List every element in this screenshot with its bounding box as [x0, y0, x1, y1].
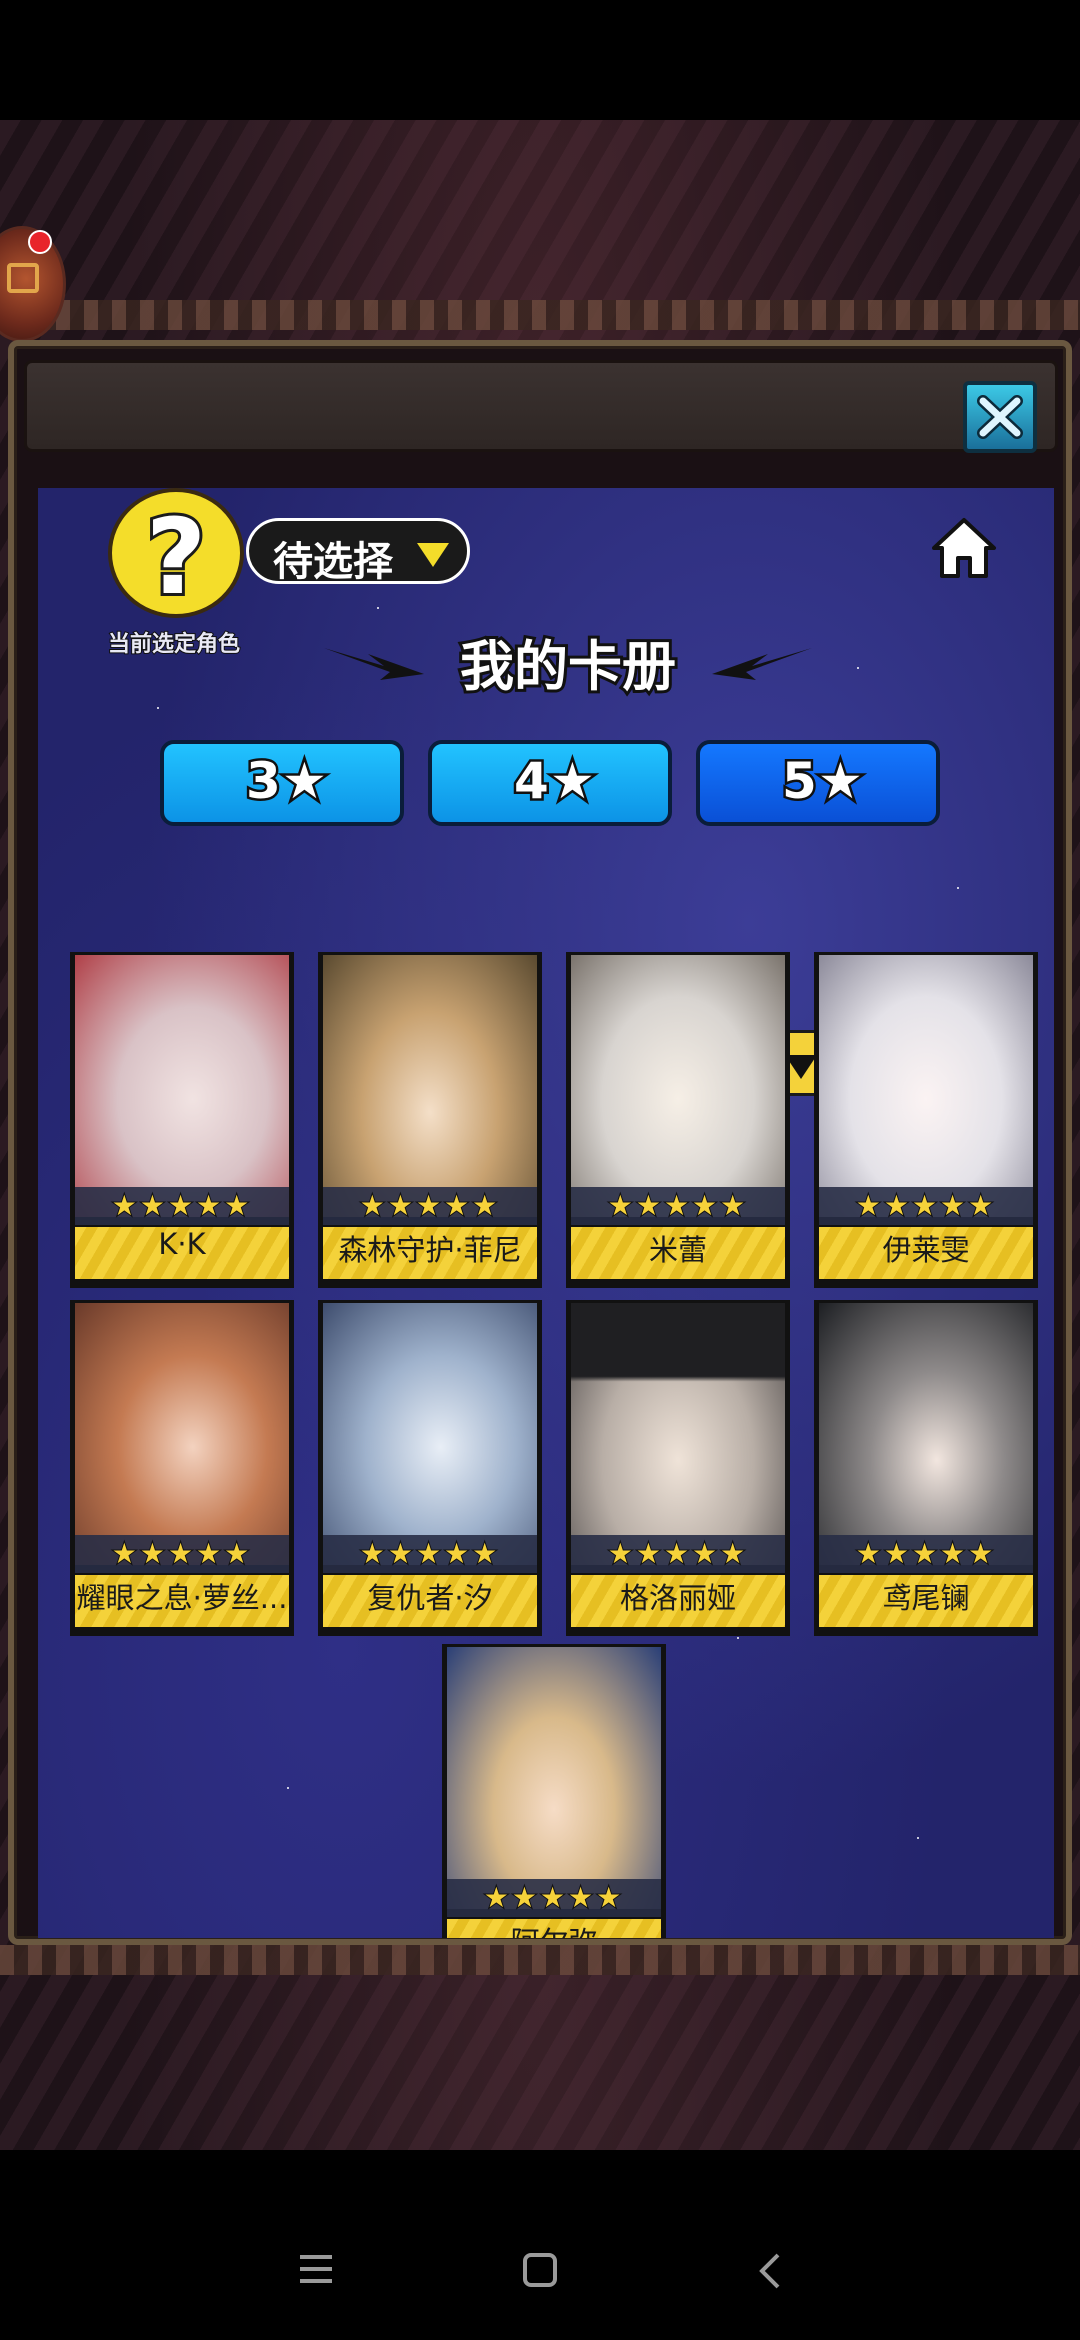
character-portrait: [571, 1303, 785, 1565]
tab-3-star[interactable]: 3 ★: [160, 740, 404, 826]
tab-4-star[interactable]: 4 ★: [428, 740, 672, 826]
star-rating: ★★★★★: [323, 1187, 537, 1225]
character-card[interactable]: ★★★★★ 伊莱雯: [814, 952, 1038, 1288]
character-name: 阿尔弥: [447, 1919, 661, 1938]
back-icon: [759, 2253, 780, 2289]
character-portrait: [323, 1303, 537, 1565]
star-icon: ★: [280, 750, 330, 813]
tab-5-star[interactable]: 5 ★: [696, 740, 940, 826]
panel-header-bar: [24, 360, 1058, 453]
decorative-border-bottom: [0, 1945, 1080, 1975]
character-portrait: [75, 1303, 289, 1565]
character-name: 复仇者·汐: [323, 1575, 537, 1627]
character-name: 森林守护·菲尼: [323, 1227, 537, 1279]
star-rating: ★★★★★: [571, 1535, 785, 1573]
dropdown-arrow-icon: [417, 543, 449, 567]
pending-select-label: 待选择: [273, 539, 393, 585]
star-icon: ★: [816, 750, 866, 813]
album-title-banner: 我的卡册: [324, 618, 812, 701]
pending-select-dropdown[interactable]: 待选择: [246, 518, 470, 585]
character-portrait: [447, 1647, 661, 1909]
home-button[interactable]: [930, 516, 998, 584]
character-name: 格洛丽娅: [571, 1575, 785, 1627]
character-portrait: [819, 955, 1033, 1217]
character-name: K·K: [75, 1227, 289, 1279]
character-card[interactable]: ★★★★★ 格洛丽娅: [566, 1300, 790, 1636]
star-icon: ★: [548, 750, 598, 813]
star-rating: ★★★★★: [819, 1187, 1033, 1225]
character-name: 耀眼之息·萝丝...: [75, 1575, 289, 1627]
character-name: 鸢尾镧: [819, 1575, 1033, 1627]
star-rating: ★★★★★: [75, 1187, 289, 1225]
star-rating: ★★★★★: [571, 1187, 785, 1225]
decorative-border-top: [0, 300, 1080, 330]
recent-apps-button[interactable]: [298, 2252, 334, 2290]
card-album-panel: ? 当前选定角色 待选择 我的卡册 3 ★ 4 ★ 5 ★ ★★★★★ K·K …: [8, 340, 1072, 1945]
character-card[interactable]: ★★★★★ 米蕾: [566, 952, 790, 1288]
character-portrait: [323, 955, 537, 1217]
character-card[interactable]: ★★★★★ 复仇者·汐: [318, 1300, 542, 1636]
character-portrait: [571, 955, 785, 1217]
character-portrait: [819, 1303, 1033, 1565]
star-rating: ★★★★★: [819, 1535, 1033, 1573]
menu-icon: [300, 2255, 332, 2283]
character-card[interactable]: ★★★★★ 鸢尾镧: [814, 1300, 1038, 1636]
tab-3-star-number: 3: [244, 750, 284, 813]
close-button[interactable]: [963, 381, 1037, 453]
right-wing-ornament: [712, 648, 812, 680]
character-card[interactable]: ★★★★★ 森林守护·菲尼: [318, 952, 542, 1288]
character-name: 伊莱雯: [819, 1227, 1033, 1279]
character-portrait: [75, 955, 289, 1217]
star-rating: ★★★★★: [323, 1535, 537, 1573]
treasure-chest-icon: [7, 263, 39, 293]
notification-dot: [28, 230, 52, 254]
tab-5-star-number: 5: [780, 750, 820, 813]
character-card[interactable]: ★★★★★ K·K: [70, 952, 294, 1288]
character-card[interactable]: ★★★★★ 耀眼之息·萝丝...: [70, 1300, 294, 1636]
selected-character-caption: 当前选定角色: [107, 631, 241, 658]
character-card[interactable]: ★★★★★ 阿尔弥: [442, 1644, 666, 1938]
back-nav-button[interactable]: [756, 2252, 784, 2294]
character-name: 米蕾: [571, 1227, 785, 1279]
close-icon: [977, 395, 1023, 439]
selected-character-slot[interactable]: ?: [108, 488, 244, 621]
star-rating: ★★★★★: [75, 1535, 289, 1573]
star-rating: ★★★★★: [447, 1879, 661, 1917]
home-nav-button[interactable]: [522, 2252, 558, 2292]
tab-4-star-number: 4: [512, 750, 552, 813]
home-square-icon: [523, 2253, 557, 2287]
home-icon: [932, 518, 996, 578]
question-mark-icon: ?: [143, 493, 209, 621]
album-area: ? 当前选定角色 待选择 我的卡册 3 ★ 4 ★ 5 ★ ★★★★★ K·K …: [38, 488, 1054, 1938]
